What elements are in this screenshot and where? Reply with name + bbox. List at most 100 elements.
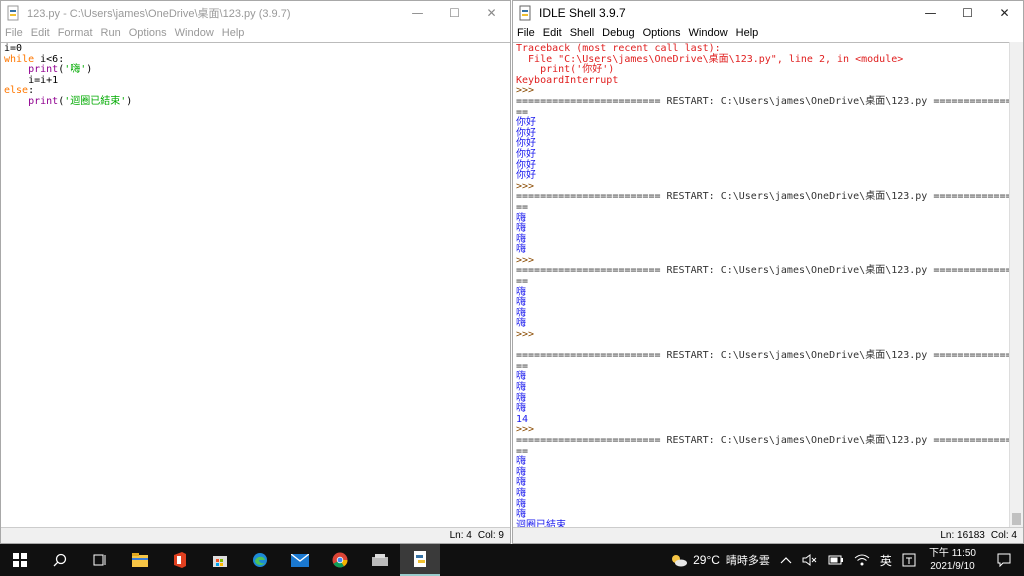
editor-menu-help[interactable]: Help [222, 27, 245, 39]
shell-line-text: == [516, 445, 529, 457]
maximize-button[interactable]: ☐ [436, 1, 473, 24]
network-icon[interactable] [854, 554, 870, 566]
shell-line-text: File "C:\Users\james\OneDrive\桌面\123.py"… [516, 53, 904, 65]
edge-icon [253, 553, 267, 567]
editor-code-area[interactable]: i=0 while i<6: print('嗨') i=i+1 else: prin… [1, 42, 510, 527]
search-icon [53, 553, 67, 567]
editor-menu-file[interactable]: File [5, 27, 23, 39]
close-button[interactable]: ✕ [986, 1, 1023, 24]
shell-line-text: ======================== RESTART: C:\Use… [516, 434, 1009, 446]
editor-menu-format[interactable]: Format [58, 27, 93, 39]
shell-output-line: 嗨 [516, 403, 1009, 415]
mail-button[interactable] [280, 544, 320, 576]
editor-titlebar[interactable]: 123.py - C:\Users\james\OneDrive\桌面\123.… [1, 1, 510, 24]
shell-line-text: 迴圈已結束 [516, 519, 566, 527]
shell-menu-window[interactable]: Window [689, 27, 728, 39]
shell-line-text: 14 [516, 413, 529, 425]
shell-menu-help[interactable]: Help [736, 27, 759, 39]
chrome-button[interactable] [320, 544, 360, 576]
shell-output-line: 嗨 [516, 234, 1009, 246]
shell-output-line: 你好 [516, 139, 1009, 150]
close-icon: ✕ [999, 5, 1010, 20]
shell-menubar: File Edit Shell Debug Options Window Help [513, 24, 1023, 42]
shell-menu-debug[interactable]: Debug [602, 27, 634, 39]
office-button[interactable] [160, 544, 200, 576]
shell-line-text: == [516, 106, 529, 118]
column-number: Col: 9 [477, 530, 504, 541]
shell-output-line: 嗨 [516, 287, 1009, 299]
code-token: while [4, 53, 35, 65]
ime-mode-icon[interactable] [902, 553, 916, 567]
code-token: i<6: [34, 53, 65, 65]
ime-indicator[interactable]: 英 [880, 552, 892, 569]
edge-button[interactable] [240, 544, 280, 576]
maximize-button[interactable]: ☐ [949, 1, 986, 24]
shell-line-text: Traceback (most recent call last): [516, 43, 721, 54]
notification-button[interactable] [989, 553, 1019, 567]
shell-menu-shell[interactable]: Shell [570, 27, 594, 39]
volume-muted-icon[interactable] [802, 554, 818, 566]
shell-line-text: ======================== RESTART: C:\Use… [516, 95, 1009, 107]
office-icon [174, 552, 186, 568]
shell-output-line: == [516, 276, 1009, 288]
shell-output-line: 嗨 [516, 372, 1009, 383]
search-button[interactable] [40, 544, 80, 576]
task-view-button[interactable] [80, 544, 120, 576]
weather-widget[interactable]: 29°C 晴時多雲 [670, 552, 770, 568]
shell-output-line: 嗨 [516, 297, 1009, 309]
code-token: '迴圈已結束' [64, 95, 127, 107]
shell-menu-options[interactable]: Options [643, 27, 681, 39]
minimize-icon: — [411, 5, 424, 20]
editor-menu-run[interactable]: Run [101, 27, 121, 39]
battery-icon[interactable] [828, 555, 844, 565]
code-token: print [28, 64, 59, 76]
shell-line-text: ======================== RESTART: C:\Use… [516, 191, 1009, 203]
shell-titlebar[interactable]: IDLE Shell 3.9.7 — ☐ ✕ [513, 1, 1023, 24]
shell-output-line: 嗨 [516, 478, 1009, 489]
shell-output-line: == [516, 445, 1009, 458]
shell-line-text: 你好 [516, 138, 536, 150]
shell-line-text: >>> [516, 329, 541, 341]
start-button[interactable] [0, 544, 40, 576]
shell-output-line: 你好 [516, 117, 1009, 129]
shell-scrollbar[interactable] [1009, 42, 1023, 527]
shell-output-area[interactable]: Traceback (most recent call last): File … [513, 42, 1009, 527]
partly-cloudy-icon [672, 555, 688, 567]
line-number: Ln: 16183 [940, 530, 985, 541]
shell-line-text: == [516, 201, 529, 213]
minimize-button[interactable]: — [912, 1, 949, 24]
shell-line-text: print('你好') [516, 64, 615, 76]
editor-menu-window[interactable]: Window [175, 27, 214, 39]
chevron-up-icon[interactable] [780, 556, 792, 564]
shell-title: IDLE Shell 3.9.7 [539, 5, 626, 20]
microsoft-store-button[interactable] [200, 544, 240, 576]
shell-line-text: 嗨 [516, 487, 526, 499]
minimize-button[interactable]: — [399, 1, 436, 24]
close-button[interactable]: ✕ [473, 1, 510, 24]
scroll-thumb[interactable] [1012, 513, 1021, 525]
shell-line-text: 嗨 [516, 456, 526, 468]
shell-output-line: 嗨 [516, 308, 1009, 320]
idle-taskbar-button[interactable] [400, 544, 440, 576]
file-explorer-button[interactable] [120, 544, 160, 576]
clock[interactable]: 下午 11:50 2021/9/10 [929, 547, 976, 573]
shell-output-line: == [516, 361, 1009, 373]
shell-line-text: 嗨 [516, 509, 526, 521]
shell-line-text: == [516, 276, 529, 288]
editor-statusbar: Ln: 4 Col: 9 [1, 527, 510, 543]
shell-line-text: 嗨 [516, 297, 526, 309]
shell-menu-file[interactable]: File [517, 27, 535, 39]
task-view-icon [93, 554, 106, 566]
app-button[interactable] [360, 544, 400, 576]
editor-title: 123.py - C:\Users\james\OneDrive\桌面\123.… [27, 7, 291, 20]
editor-menu-edit[interactable]: Edit [31, 27, 50, 39]
code-line: print('迴圈已結束') [4, 95, 510, 108]
shell-menu-edit[interactable]: Edit [543, 27, 562, 39]
shell-output-line: 嗨 [516, 213, 1009, 225]
weather-desc: 晴時多雲 [725, 555, 770, 567]
shell-output-line: 你好 [516, 170, 1009, 182]
editor-menu-options[interactable]: Options [129, 27, 167, 39]
shell-line-text: 嗨 [516, 371, 526, 383]
